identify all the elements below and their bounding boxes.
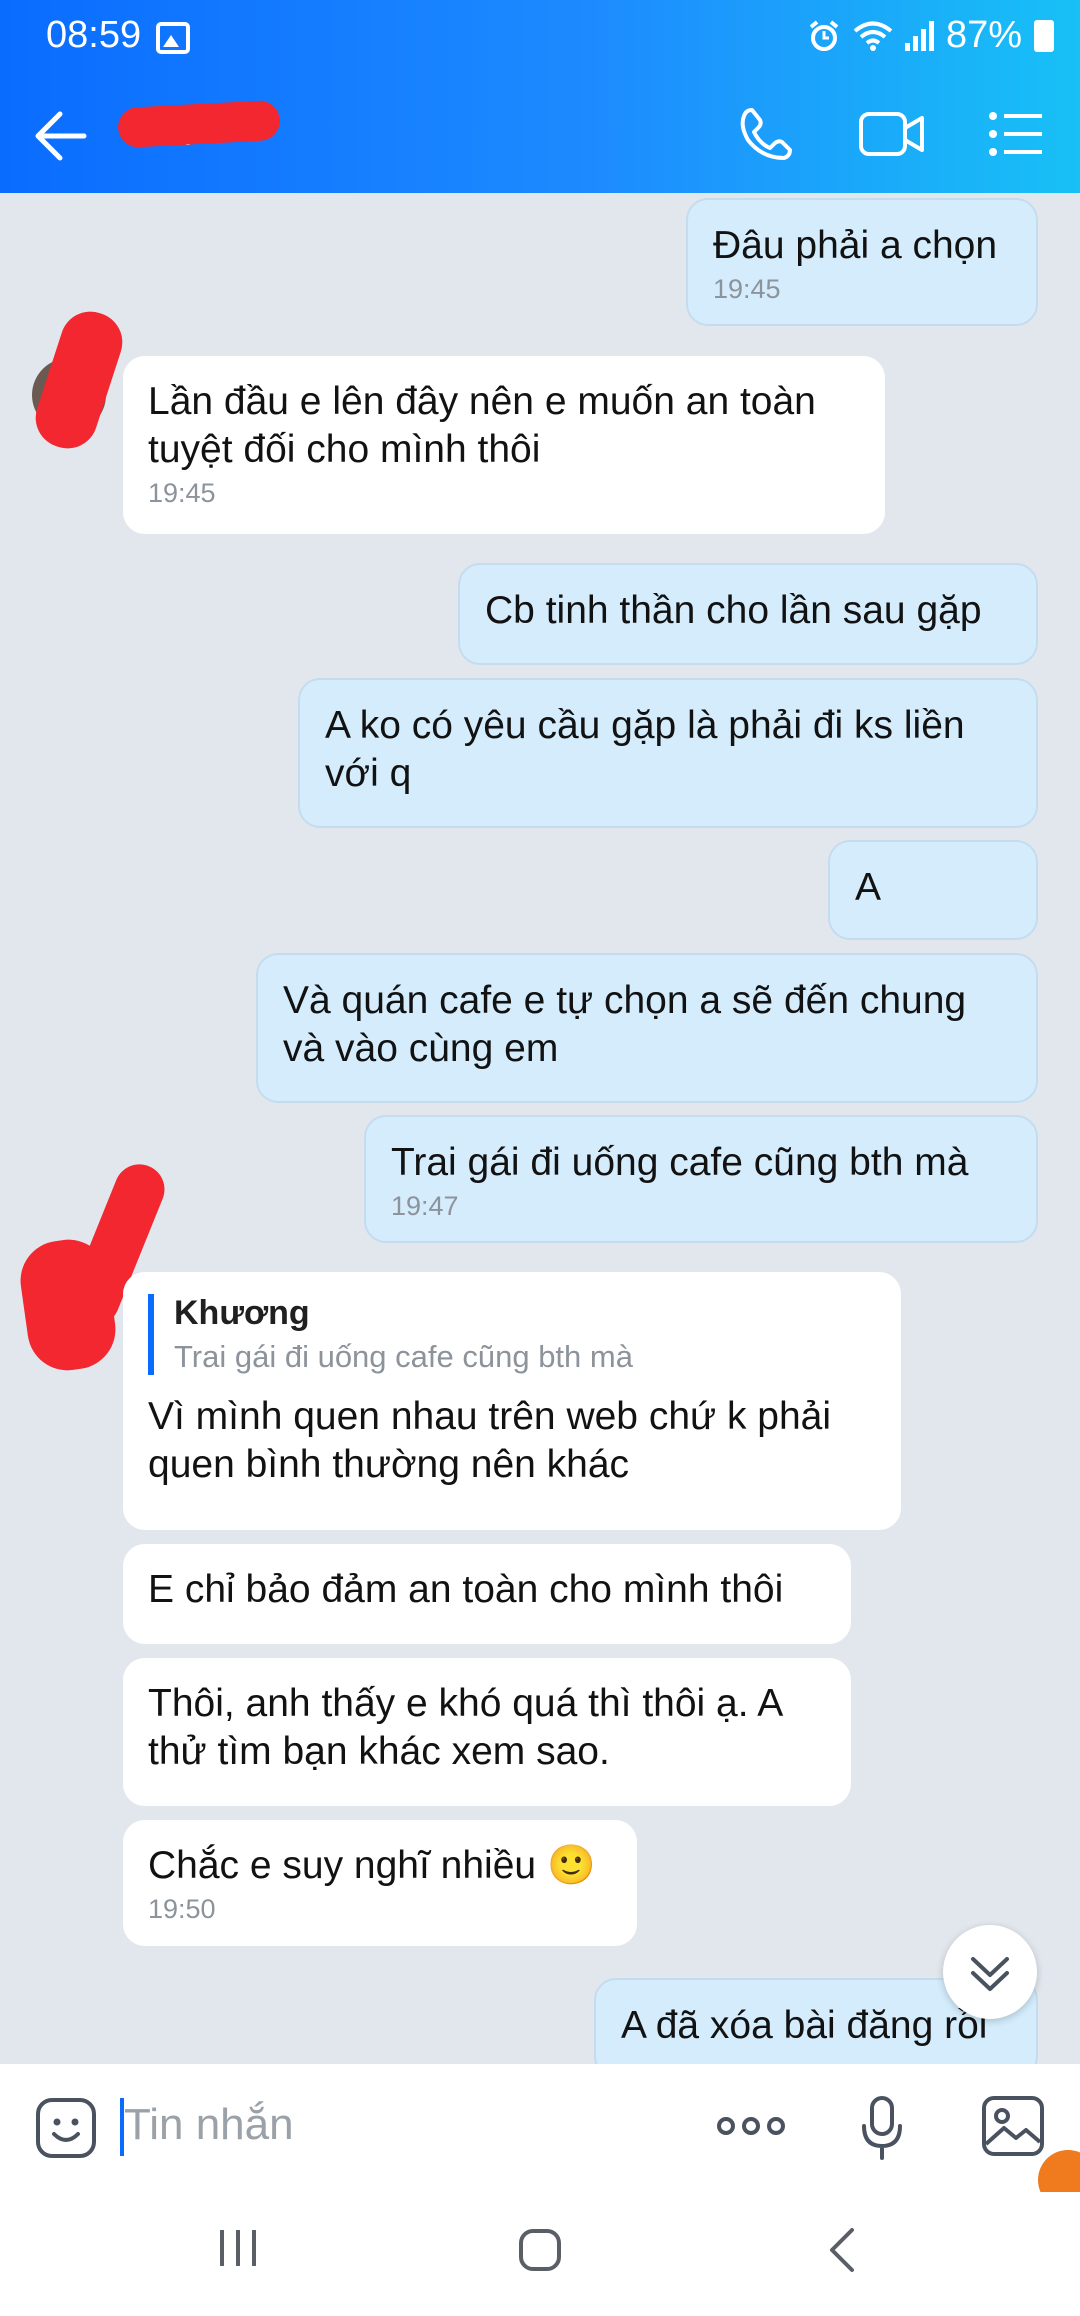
phone-icon[interactable] [738, 106, 794, 162]
message-text: Vì mình quen nhau trên web chứ k phải qu… [148, 1395, 832, 1486]
image-icon[interactable] [980, 2094, 1046, 2158]
message-text: Trai gái đi uống cafe cũng bth mà [391, 1141, 969, 1184]
message-text: Cb tinh thần cho lần sau gặp [485, 589, 982, 632]
reply-quote[interactable]: Khương Trai gái đi uống cafe cũng bth mà [148, 1294, 876, 1375]
gallery-notification-icon [156, 22, 190, 54]
outgoing-message[interactable]: A ko có yêu cầu gặp là phải đi ks liền v… [298, 678, 1038, 828]
quote-text: Trai gái đi uống cafe cũng bth mà [174, 1339, 633, 1374]
message-time: 19:50 [148, 1894, 216, 1924]
status-time: 08:59 [46, 14, 142, 56]
microphone-icon[interactable] [860, 2094, 904, 2162]
sticker-icon[interactable] [34, 2096, 98, 2160]
composer-bar: Tin nhắn [0, 2064, 1080, 2192]
battery-icon [1034, 19, 1054, 52]
message-input[interactable]: Tin nhắn [124, 2100, 294, 2150]
status-right: 87% [807, 14, 1054, 57]
message-time: 19:45 [713, 274, 781, 304]
back-arrow-icon[interactable] [32, 110, 88, 162]
outgoing-message[interactable]: Trai gái đi uống cafe cũng bth mà 19:47 [364, 1115, 1038, 1243]
incoming-message[interactable]: Lần đầu e lên đây nên e muốn an toàn tuy… [123, 356, 885, 534]
incoming-message[interactable]: Thôi, anh thấy e khó quá thì thôi ạ. A t… [123, 1658, 851, 1806]
home-icon[interactable] [518, 2228, 562, 2272]
outgoing-message[interactable]: Cb tinh thần cho lần sau gặp [458, 563, 1038, 665]
system-navigation-bar [0, 2192, 1080, 2316]
status-bar: 08:59 87% [0, 0, 1080, 80]
message-text: A ko có yêu cầu gặp là phải đi ks liền v… [325, 704, 965, 795]
scroll-down-button[interactable] [943, 1925, 1037, 2019]
message-text: E chỉ bảo đảm an toàn cho mình thôi [148, 1568, 784, 1611]
outgoing-message[interactable]: Đâu phải a chọn 19:45 [686, 198, 1038, 326]
incoming-message[interactable]: Khương Trai gái đi uống cafe cũng bth mà… [123, 1272, 901, 1530]
incoming-message[interactable]: E chỉ bảo đảm an toàn cho mình thôi [123, 1544, 851, 1644]
message-text: Đâu phải a chọn [713, 224, 998, 267]
wifi-icon [853, 21, 893, 51]
message-text: Chắc e suy nghĩ nhiều 🙂 [148, 1842, 612, 1890]
message-text: Thôi, anh thấy e khó quá thì thôi ạ. A t… [148, 1682, 782, 1773]
message-text: Lần đầu e lên đây nên e muốn an toàn tuy… [148, 380, 816, 471]
outgoing-message[interactable]: A [828, 840, 1038, 940]
redaction-mark [117, 99, 281, 149]
message-text-body: Chắc e suy nghĩ nhiều [148, 1844, 537, 1887]
outgoing-message[interactable]: Và quán cafe e tự chọn a sẽ đến chung và… [256, 953, 1038, 1103]
recent-apps-icon[interactable] [216, 2228, 260, 2268]
battery-percent: 87% [945, 14, 1022, 56]
video-call-icon[interactable] [858, 108, 926, 160]
emoji-icon: 🙂 [546, 1844, 596, 1887]
message-time: 19:47 [391, 1191, 459, 1221]
signal-icon [904, 20, 934, 51]
message-time: 19:45 [148, 478, 216, 508]
menu-list-icon[interactable] [988, 110, 1044, 158]
incoming-message[interactable]: Chắc e suy nghĩ nhiều 🙂 19:50 [123, 1820, 637, 1946]
back-icon[interactable] [826, 2226, 856, 2274]
message-text: Và quán cafe e tự chọn a sẽ đến chung và… [283, 979, 967, 1070]
quote-author: Khương [174, 1294, 310, 1332]
alarm-icon [809, 19, 839, 51]
chat-header: Mi [0, 80, 1080, 193]
message-text: A [855, 866, 882, 909]
scroll-down-icon [971, 1957, 1009, 1991]
top-bar: 08:59 87% Mi [0, 0, 1080, 193]
more-icon[interactable] [716, 2114, 786, 2138]
